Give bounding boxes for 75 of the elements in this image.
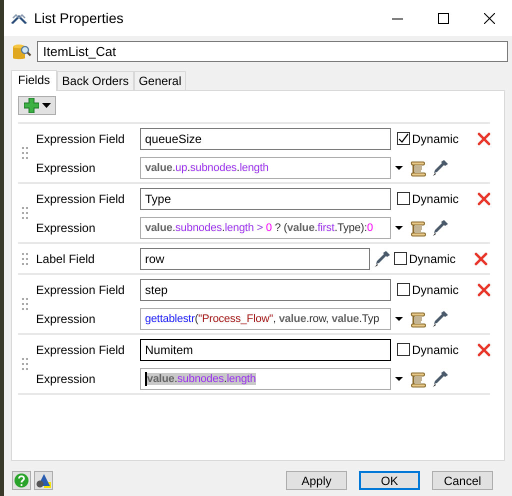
checkbox[interactable]: [397, 343, 410, 356]
tab[interactable]: Fields: [11, 70, 58, 91]
expression-field[interactable]: gettablestr("Process_Flow", value.row, value.Typ: [140, 308, 391, 330]
expression-field[interactable]: value.subnodes.length > 0 ? (value.first.Type):0: [140, 216, 391, 238]
caret-icon[interactable]: [395, 226, 403, 230]
field-label: Expression: [35, 220, 96, 236]
help-icon: [14, 473, 29, 488]
database-search-icon: [12, 42, 32, 62]
checkbox-label: Dynamic: [412, 282, 459, 298]
plus-icon: [24, 98, 38, 113]
delete-button[interactable]: [477, 132, 491, 146]
delete-button[interactable]: [477, 342, 491, 356]
input-field[interactable]: queueSize: [140, 128, 391, 150]
eyedropper-icon[interactable]: [373, 250, 391, 268]
name-field[interactable]: ItemList_Cat: [37, 41, 508, 62]
field-label: Expression Field: [35, 342, 126, 358]
field-label: Label Field: [35, 250, 96, 268]
expression-field[interactable]: value.up.subnodes.length: [140, 156, 391, 178]
eyedropper-icon[interactable]: [431, 158, 449, 176]
checkbox-label: Dynamic: [409, 250, 456, 268]
checkbox-label: Dynamic: [412, 130, 459, 148]
field-label: Expression: [35, 310, 96, 328]
delete-button[interactable]: [477, 282, 491, 296]
caret-icon: [42, 103, 50, 108]
input-field[interactable]: Numitem: [140, 338, 391, 360]
expression-field[interactable]: value.subnodes.length: [140, 368, 391, 390]
dialog-button[interactable]: Apply: [286, 471, 347, 490]
eyedropper-icon[interactable]: [431, 218, 449, 236]
help-button[interactable]: [12, 471, 31, 490]
checkbox[interactable]: [397, 132, 410, 145]
delete-button[interactable]: [474, 252, 488, 266]
field-label: Expression: [35, 160, 96, 176]
app-logo-icon: [10, 12, 28, 24]
script-scroll-icon[interactable]: [409, 370, 427, 388]
delete-icon: [477, 282, 491, 296]
delete-icon: [477, 342, 491, 356]
checkbox-label: Dynamic: [412, 190, 459, 208]
shapes-button[interactable]: [34, 471, 53, 490]
checkbox[interactable]: [397, 192, 410, 205]
field-label: Expression: [35, 370, 96, 388]
checkbox[interactable]: [397, 283, 410, 296]
add-dropdown-button[interactable]: [18, 96, 56, 115]
close-icon: [484, 12, 494, 24]
input-field[interactable]: Type: [140, 188, 391, 210]
expression-text: value.up.subnodes.length: [145, 162, 269, 174]
tab[interactable]: General: [134, 71, 186, 90]
expression-text: value.subnodes.length > 0 ? (value.first.Type):0: [145, 222, 373, 234]
input-field[interactable]: row: [140, 248, 370, 270]
field-label: Expression Field: [35, 130, 126, 148]
field-label: Expression Field: [35, 190, 126, 208]
maximize-icon: [438, 12, 448, 24]
script-scroll-icon[interactable]: [409, 218, 427, 236]
delete-icon: [477, 132, 491, 146]
delete-icon: [477, 192, 491, 206]
field-label: Expression Field: [35, 282, 126, 298]
eyedropper-icon[interactable]: [431, 310, 449, 328]
caret-icon[interactable]: [395, 316, 403, 320]
expression-text: gettablestr("Process_Flow", value.row, value.Typ: [145, 312, 380, 324]
dialog-button[interactable]: OK: [359, 471, 420, 490]
dialog-button[interactable]: Cancel: [432, 471, 493, 490]
delete-button[interactable]: [477, 192, 491, 206]
eyedropper-icon[interactable]: [431, 370, 449, 388]
tab[interactable]: Back Orders: [57, 71, 134, 90]
checkbox-label: Dynamic: [412, 342, 459, 358]
caret-icon[interactable]: [395, 166, 403, 170]
script-scroll-icon[interactable]: [409, 158, 427, 176]
script-scroll-icon[interactable]: [409, 310, 427, 328]
delete-icon: [474, 252, 488, 266]
check-icon: [398, 133, 409, 144]
input-field[interactable]: step: [140, 278, 391, 300]
caret-icon[interactable]: [395, 376, 403, 380]
expression-text: value.subnodes.length: [147, 372, 256, 384]
window-title: List Properties: [34, 8, 124, 28]
shapes-icon: [36, 472, 52, 488]
checkbox[interactable]: [394, 252, 407, 265]
